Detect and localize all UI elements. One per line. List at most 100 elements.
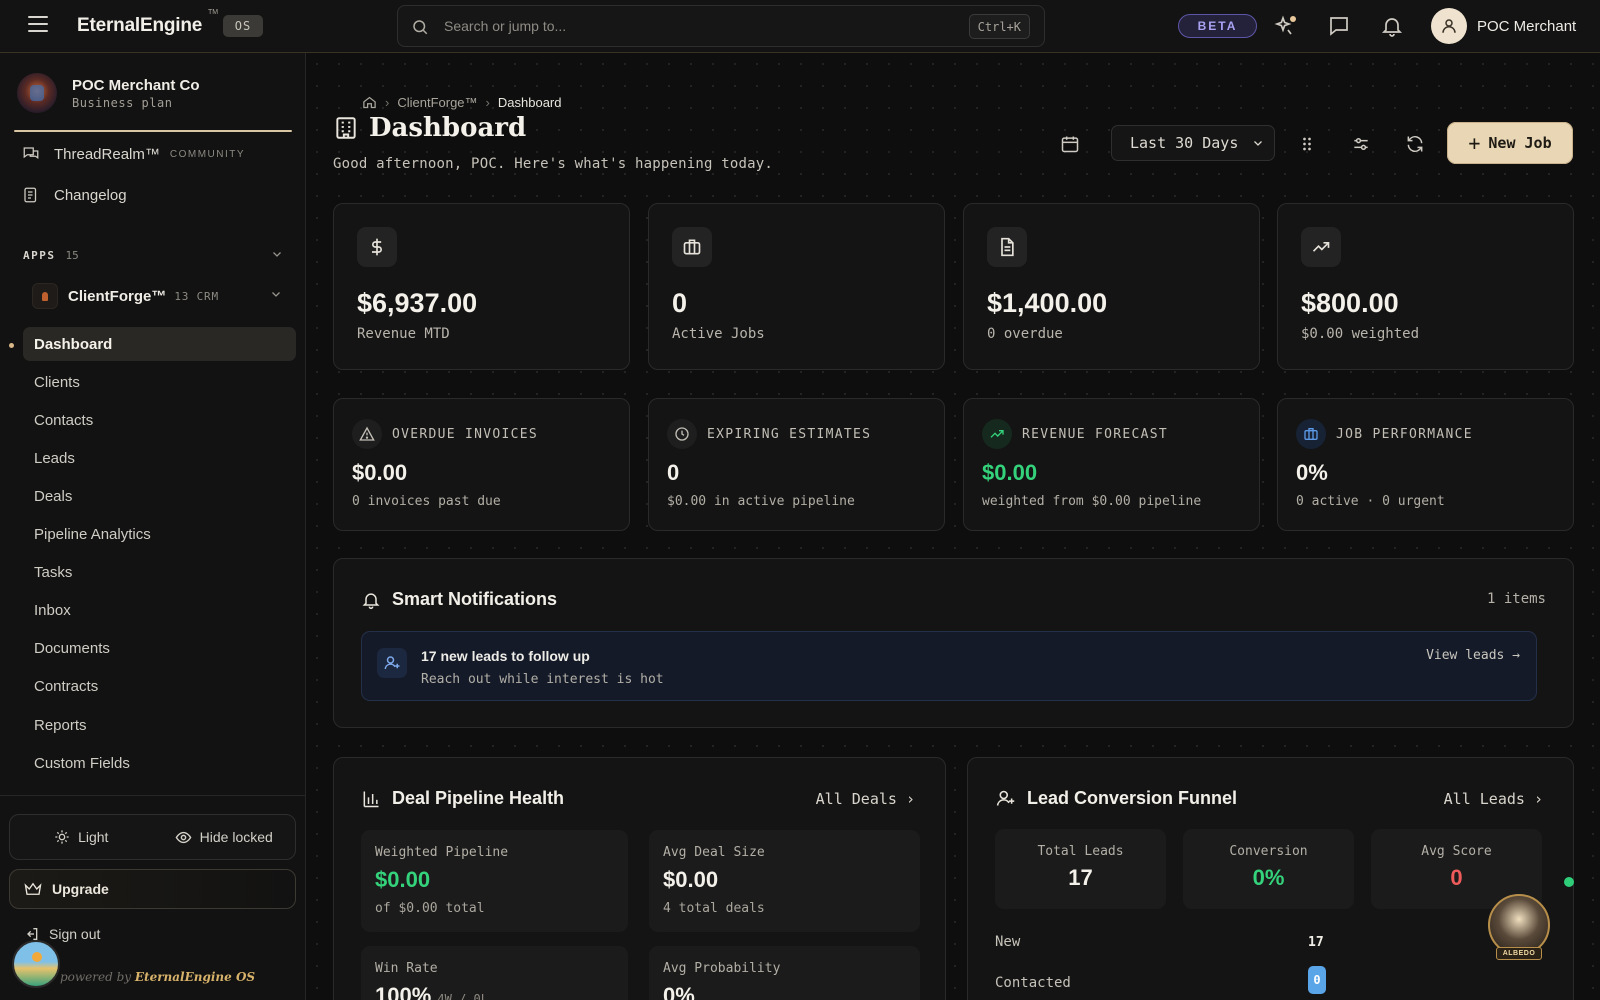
win-rate-value: 100%: [375, 983, 432, 1000]
breadcrumb-item-clientforge[interactable]: ClientForge™: [397, 95, 477, 110]
sliders-icon[interactable]: [1351, 134, 1371, 154]
card-job-performance[interactable]: JOB PERFORMANCE 0% 0 active · 0 urgent: [1277, 398, 1574, 531]
all-deals-link[interactable]: All Deals ›: [816, 790, 915, 808]
sidebar-item-tasks[interactable]: Tasks: [23, 555, 296, 589]
card-value: $0.00: [982, 460, 1038, 485]
menu-icon[interactable]: [28, 16, 48, 34]
dollar-icon: [357, 227, 397, 267]
funnel-tile-label: Total Leads: [1037, 844, 1124, 859]
stat-card-revenue[interactable]: $6,937.00 Revenue MTD: [333, 203, 630, 370]
breadcrumb: › ClientForge™ › Dashboard: [362, 95, 562, 110]
refresh-icon[interactable]: [1405, 134, 1425, 154]
all-leads-link[interactable]: All Leads ›: [1444, 790, 1543, 808]
new-job-button[interactable]: + New Job: [1447, 122, 1573, 164]
tile-avg-probability: Avg Probability 0%: [649, 946, 920, 1000]
light-label: Light: [78, 829, 109, 845]
sidebar-item-pipeline-analytics[interactable]: Pipeline Analytics: [23, 517, 296, 551]
funnel-tile-total-leads: Total Leads 17: [995, 829, 1166, 909]
assistant-avatar[interactable]: ALBEDO: [1488, 894, 1550, 968]
tile-label: Weighted Pipeline: [375, 845, 509, 860]
sidebar-item-dashboard[interactable]: Dashboard: [23, 327, 296, 361]
chat-icon[interactable]: [1327, 14, 1351, 38]
notification-item[interactable]: 17 new leads to follow up Reach out whil…: [361, 631, 1537, 701]
calendar-icon[interactable]: [1060, 134, 1080, 154]
funnel-tile-conversion: Conversion 0%: [1183, 829, 1354, 909]
date-range-value: Last 30 Days: [1130, 134, 1239, 152]
home-icon[interactable]: [362, 95, 377, 110]
stat-card-invoices[interactable]: $1,400.00 0 overdue: [963, 203, 1260, 370]
tile-value: $0.00: [663, 867, 719, 892]
sparkle-icon[interactable]: [1274, 14, 1298, 38]
date-range-select[interactable]: Last 30 Days: [1111, 125, 1275, 161]
sidebar-item-clients[interactable]: Clients: [23, 365, 296, 399]
sidebar-item-reports[interactable]: Reports: [23, 708, 296, 742]
powered-brand: EternalEngine OS: [134, 970, 256, 984]
funnel-tile-value: 0%: [1252, 865, 1285, 890]
notifications-count: 1 items: [1486, 591, 1546, 607]
beta-badge[interactable]: BETA: [1178, 14, 1257, 38]
app-clientforge[interactable]: ClientForge™ 13 CRM: [32, 282, 288, 310]
view-leads-link[interactable]: View leads →: [1426, 648, 1520, 663]
bell-icon: [362, 592, 380, 609]
powered-prefix: powered by: [60, 970, 132, 984]
stat-value: $1,400.00: [987, 288, 1108, 318]
hide-locked-button[interactable]: Hide locked: [153, 829, 296, 846]
breadcrumb-separator: ›: [485, 95, 490, 110]
sidebar-item-leads[interactable]: Leads: [23, 441, 296, 475]
tile-value: 100% 4W / 0L: [375, 983, 488, 1000]
stat-label: Active Jobs: [672, 326, 765, 342]
sidebar-item-documents[interactable]: Documents: [23, 631, 296, 665]
funnel-stage-count: 0: [1308, 966, 1326, 994]
search-bar[interactable]: Search or jump to... Ctrl+K: [397, 5, 1045, 47]
card-expiring-estimates[interactable]: EXPIRING ESTIMATES 0 $0.00 in active pip…: [648, 398, 945, 531]
stat-card-pipeline[interactable]: $800.00 $0.00 weighted: [1277, 203, 1574, 370]
user-plus-icon: [377, 648, 407, 678]
bell-icon[interactable]: [1380, 14, 1404, 38]
apps-section-toggle[interactable]: APPS 15: [23, 245, 283, 265]
upgrade-button[interactable]: Upgrade: [9, 869, 296, 909]
hide-locked-label: Hide locked: [199, 829, 273, 845]
chevron-down-icon: [272, 292, 280, 297]
user-menu[interactable]: POC Merchant: [1431, 8, 1576, 44]
sidebar-link-threadrealm[interactable]: ThreadRealm™ COMMUNITY: [22, 140, 245, 168]
section-title-text: Lead Conversion Funnel: [1027, 788, 1238, 808]
sidebar-link-label: Changelog: [54, 186, 127, 204]
sidebar-item-deals[interactable]: Deals: [23, 479, 296, 513]
sidebar-item-custom-fields[interactable]: Custom Fields: [23, 746, 296, 780]
sidebar-link-changelog[interactable]: Changelog: [22, 181, 127, 209]
funnel-stage-count: 17: [1308, 935, 1324, 950]
brand-logo[interactable]: EternalEngine: [77, 15, 202, 37]
drag-grid-icon[interactable]: [1297, 134, 1317, 154]
stat-card-active-jobs[interactable]: 0 Active Jobs: [648, 203, 945, 370]
page-header: Dashboard: [333, 113, 526, 143]
user-icon: [1431, 8, 1467, 44]
sidebar-item-contracts[interactable]: Contracts: [23, 669, 296, 703]
card-title: OVERDUE INVOICES: [392, 426, 539, 442]
card-revenue-forecast[interactable]: REVENUE FORECAST $0.00 weighted from $0.…: [963, 398, 1260, 531]
search-placeholder: Search or jump to...: [444, 18, 567, 34]
community-tag: COMMUNITY: [169, 148, 246, 160]
online-status-indicator: [1564, 877, 1574, 887]
section-title: Deal Pipeline Health: [361, 788, 564, 809]
top-bar: EternalEngine TM OS Search or jump to...…: [0, 0, 1600, 53]
funnel-tile-label: Conversion: [1229, 844, 1308, 859]
stat-value: $800.00: [1301, 288, 1399, 318]
changelog-icon: [24, 187, 37, 203]
org-plan: Business plan: [72, 95, 173, 110]
search-shortcut: Ctrl+K: [968, 14, 1030, 39]
org-switcher[interactable]: POC Merchant Co Business plan: [17, 71, 200, 115]
card-overdue-invoices[interactable]: OVERDUE INVOICES $0.00 0 invoices past d…: [333, 398, 630, 531]
briefcase-icon: [672, 227, 712, 267]
card-title: EXPIRING ESTIMATES: [707, 426, 872, 442]
beach-avatar[interactable]: [12, 940, 60, 988]
light-mode-button[interactable]: Light: [10, 829, 153, 845]
tile-label: Avg Probability: [663, 961, 781, 976]
section-title: Lead Conversion Funnel: [995, 788, 1237, 809]
funnel-stage-label: New: [995, 934, 1021, 950]
win-loss-count: 4W / 0L: [437, 992, 488, 1000]
sidebar-item-contacts[interactable]: Contacts: [23, 403, 296, 437]
trending-up-icon: [982, 419, 1012, 449]
card-subtitle: 0 active · 0 urgent: [1296, 494, 1445, 509]
sidebar-item-inbox[interactable]: Inbox: [23, 593, 296, 627]
tile-weighted-pipeline: Weighted Pipeline $0.00 of $0.00 total: [361, 830, 628, 932]
